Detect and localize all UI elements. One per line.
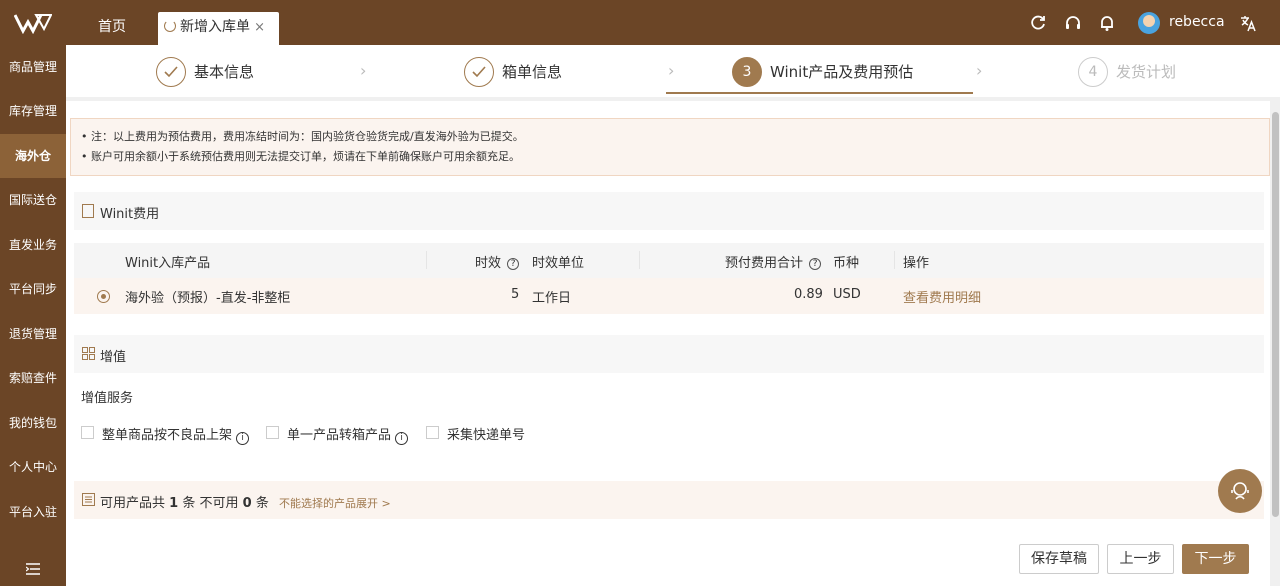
total-fee-value: 0.89 — [794, 287, 823, 302]
duration-value: 5 — [511, 287, 520, 302]
sidebar-item-overseas-warehouse[interactable]: 海外仓 — [0, 134, 66, 178]
col-currency: 币种 — [833, 256, 860, 271]
option-single-to-box[interactable]: 单一产品转箱产品 i — [287, 424, 409, 445]
tab-new-inbound-order[interactable]: 新增入库单 × — [158, 12, 279, 45]
col-total-fee-label: 预付费用合计 — [725, 256, 804, 271]
column-divider — [639, 251, 640, 269]
col-total-fee: 预付费用合计 ? — [725, 252, 822, 271]
available-mid: 条 不可用 — [182, 496, 239, 511]
section-title: Winit费用 — [100, 207, 160, 222]
product-name: 海外验（预报）-直发-非整柜 — [125, 291, 291, 306]
view-fee-details-link[interactable]: 查看费用明细 — [903, 287, 981, 306]
option-label: 整单商品按不良品上架 — [102, 428, 233, 443]
translate-icon[interactable] — [1239, 14, 1257, 32]
step-indicator: 基本信息 › 箱单信息 › 3 Winit产品及费用预估 › 4 发货计划 — [66, 45, 1280, 97]
duration-unit-value: 工作日 — [532, 291, 572, 306]
sidebar-item-personal-center[interactable]: 个人中心 — [0, 445, 66, 489]
checkbox-collect-tracking[interactable] — [426, 426, 439, 439]
fee-notice: • 注：以上费用为预估费用，费用冻结时间为：国内验货仓验货完成/直发海外验为已提… — [70, 118, 1270, 176]
available-prefix: 可用产品共 — [100, 496, 166, 511]
info-icon[interactable]: i — [395, 432, 409, 445]
col-action: 操作 — [903, 256, 930, 271]
col-duration: 时效 ? — [475, 252, 520, 271]
sidebar-item-returns[interactable]: 退货管理 — [0, 312, 66, 356]
col-duration-unit: 时效单位 — [532, 256, 585, 271]
step-number: 3 — [732, 57, 762, 87]
option-label: 单一产品转箱产品 — [287, 428, 392, 443]
tab-home[interactable]: 首页 — [84, 12, 140, 45]
scrollbar-thumb[interactable] — [1272, 112, 1279, 517]
bell-icon[interactable] — [1098, 14, 1116, 32]
chevron-right-icon: › — [360, 61, 367, 80]
grid-icon — [82, 347, 95, 360]
refresh-icon — [164, 20, 176, 32]
active-step-underline — [666, 92, 973, 94]
chevron-right-icon: › — [976, 61, 983, 80]
headset-icon[interactable] — [1064, 14, 1082, 32]
unavailable-count: 0 — [242, 496, 252, 511]
col-product: Winit入库产品 — [125, 256, 211, 271]
value-added-section-header: 增值 — [74, 335, 1264, 373]
notice-line: • 账户可用余额小于系统预估费用则无法提交订单，烦请在下单前确保账户可用余额充足… — [81, 150, 520, 163]
available-products-bar: 可用产品共 1 条 不可用 0 条 不能选择的产品展开 > — [74, 481, 1264, 519]
sidebar-item-inventory[interactable]: 库存管理 — [0, 89, 66, 133]
next-step-button[interactable]: 下一步 — [1182, 544, 1249, 574]
sidebar-item-platform-onboarding[interactable]: 平台入驻 — [0, 490, 66, 534]
step-label: Winit产品及费用预估 — [770, 63, 914, 81]
step-label: 箱单信息 — [502, 63, 563, 81]
check-icon — [464, 57, 494, 87]
chevron-right-icon: › — [668, 61, 675, 80]
refresh-icon[interactable] — [1029, 14, 1047, 32]
save-draft-button[interactable]: 保存草稿 — [1019, 544, 1099, 574]
sidebar-item-claims[interactable]: 索赔查件 — [0, 356, 66, 400]
sidebar-item-intl-delivery[interactable]: 国际送仓 — [0, 178, 66, 222]
previous-step-button[interactable]: 上一步 — [1107, 544, 1174, 574]
checkbox-single-to-box[interactable] — [266, 426, 279, 439]
close-icon[interactable]: × — [254, 12, 265, 43]
col-duration-label: 时效 — [475, 256, 502, 271]
notice-line: • 注：以上费用为预估费用，费用冻结时间为：国内验货仓验货完成/直发海外验为已提… — [81, 130, 524, 143]
checkbox-defective-shelving[interactable] — [81, 426, 94, 439]
sidebar-item-direct-shipping[interactable]: 直发业务 — [0, 223, 66, 267]
option-defective-shelving[interactable]: 整单商品按不良品上架 i — [102, 424, 250, 445]
available-suffix: 条 — [255, 496, 269, 511]
step-number: 4 — [1078, 57, 1108, 87]
product-radio[interactable] — [97, 290, 110, 303]
winit-fee-section-header: Winit费用 — [74, 192, 1264, 230]
info-icon[interactable]: i — [236, 432, 250, 445]
available-count: 1 — [169, 496, 179, 511]
customer-service-button[interactable] — [1218, 469, 1262, 513]
menu-collapse-icon[interactable] — [26, 563, 40, 575]
document-icon — [82, 204, 94, 218]
sidebar-item-platform-sync[interactable]: 平台同步 — [0, 267, 66, 311]
section-title: 增值 — [100, 350, 127, 365]
tab-label: 新增入库单 — [180, 19, 250, 35]
fee-table-header: Winit入库产品 时效 ? 时效单位 预付费用合计 ? 币种 操作 — [74, 243, 1264, 278]
winit-logo[interactable] — [14, 12, 52, 34]
table-row[interactable]: 海外验（预报）-直发-非整柜 5 工作日 0.89 USD 查看费用明细 — [74, 278, 1264, 314]
list-icon — [82, 493, 95, 506]
currency-value: USD — [833, 287, 861, 302]
avatar[interactable] — [1138, 12, 1160, 34]
available-summary: 可用产品共 1 条 不可用 0 条 不能选择的产品展开 > — [100, 492, 391, 511]
help-icon[interactable]: ? — [809, 258, 822, 270]
top-bar: 首页 新增入库单 × rebecca — [0, 0, 1280, 45]
sidebar: 商品管理 库存管理 海外仓 国际送仓 直发业务 平台同步 退货管理 索赔查件 我… — [0, 45, 66, 586]
sidebar-item-products[interactable]: 商品管理 — [0, 45, 66, 89]
help-icon[interactable]: ? — [507, 258, 520, 270]
check-icon — [156, 57, 186, 87]
username[interactable]: rebecca — [1169, 14, 1225, 30]
column-divider — [894, 251, 895, 269]
column-divider — [426, 251, 427, 269]
step-label: 基本信息 — [194, 63, 255, 81]
expand-unavailable-link[interactable]: 不能选择的产品展开 > — [279, 497, 391, 510]
option-collect-tracking[interactable]: 采集快递单号 — [447, 424, 525, 443]
step-label: 发货计划 — [1116, 63, 1177, 81]
sidebar-item-wallet[interactable]: 我的钱包 — [0, 401, 66, 445]
value-added-label: 增值服务 — [81, 391, 134, 406]
support-icon — [1231, 482, 1249, 500]
